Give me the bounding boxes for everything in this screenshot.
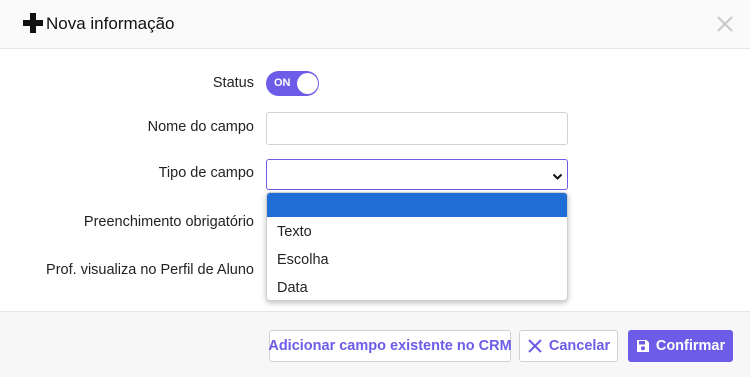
save-icon <box>636 339 650 353</box>
dropdown-option-escolha[interactable]: Escolha <box>267 248 567 272</box>
profile-visibility-label: Prof. visualiza no Perfil de Aluno <box>46 262 254 278</box>
chevron-down-icon <box>552 169 563 187</box>
dropdown-option-empty[interactable] <box>267 193 567 217</box>
plus-icon <box>23 13 43 33</box>
dropdown-option-data[interactable]: Data <box>267 276 567 300</box>
modal-title: Nova informação <box>46 14 175 33</box>
close-icon <box>527 338 543 354</box>
add-existing-label: Adicionar campo existente no CRM <box>268 338 512 354</box>
field-type-label: Tipo de campo <box>158 165 254 181</box>
cancel-button[interactable]: Cancelar <box>519 330 618 362</box>
dropdown-option-texto[interactable]: Texto <box>267 220 567 244</box>
confirm-label: Confirmar <box>655 338 726 354</box>
status-label: Status <box>212 75 254 91</box>
add-existing-crm-field-button[interactable]: Adicionar campo existente no CRM <box>268 330 512 362</box>
field-name-input[interactable] <box>266 112 568 145</box>
required-label: Preenchimento obrigatório <box>83 214 254 230</box>
field-name-label: Nome do campo <box>147 119 254 135</box>
cancel-label: Cancelar <box>548 338 611 354</box>
modal-footer: Adicionar campo existente no CRM Cancela… <box>0 311 750 377</box>
modal-header: Nova informação <box>0 0 750 49</box>
toggle-knob <box>297 73 318 94</box>
close-icon[interactable] <box>713 12 737 36</box>
confirm-button[interactable]: Confirmar <box>628 330 733 362</box>
field-type-dropdown: Texto Escolha Data <box>266 192 568 301</box>
status-toggle-text: ON <box>274 77 291 89</box>
field-type-select[interactable] <box>266 159 568 190</box>
status-toggle[interactable]: ON <box>266 71 319 96</box>
